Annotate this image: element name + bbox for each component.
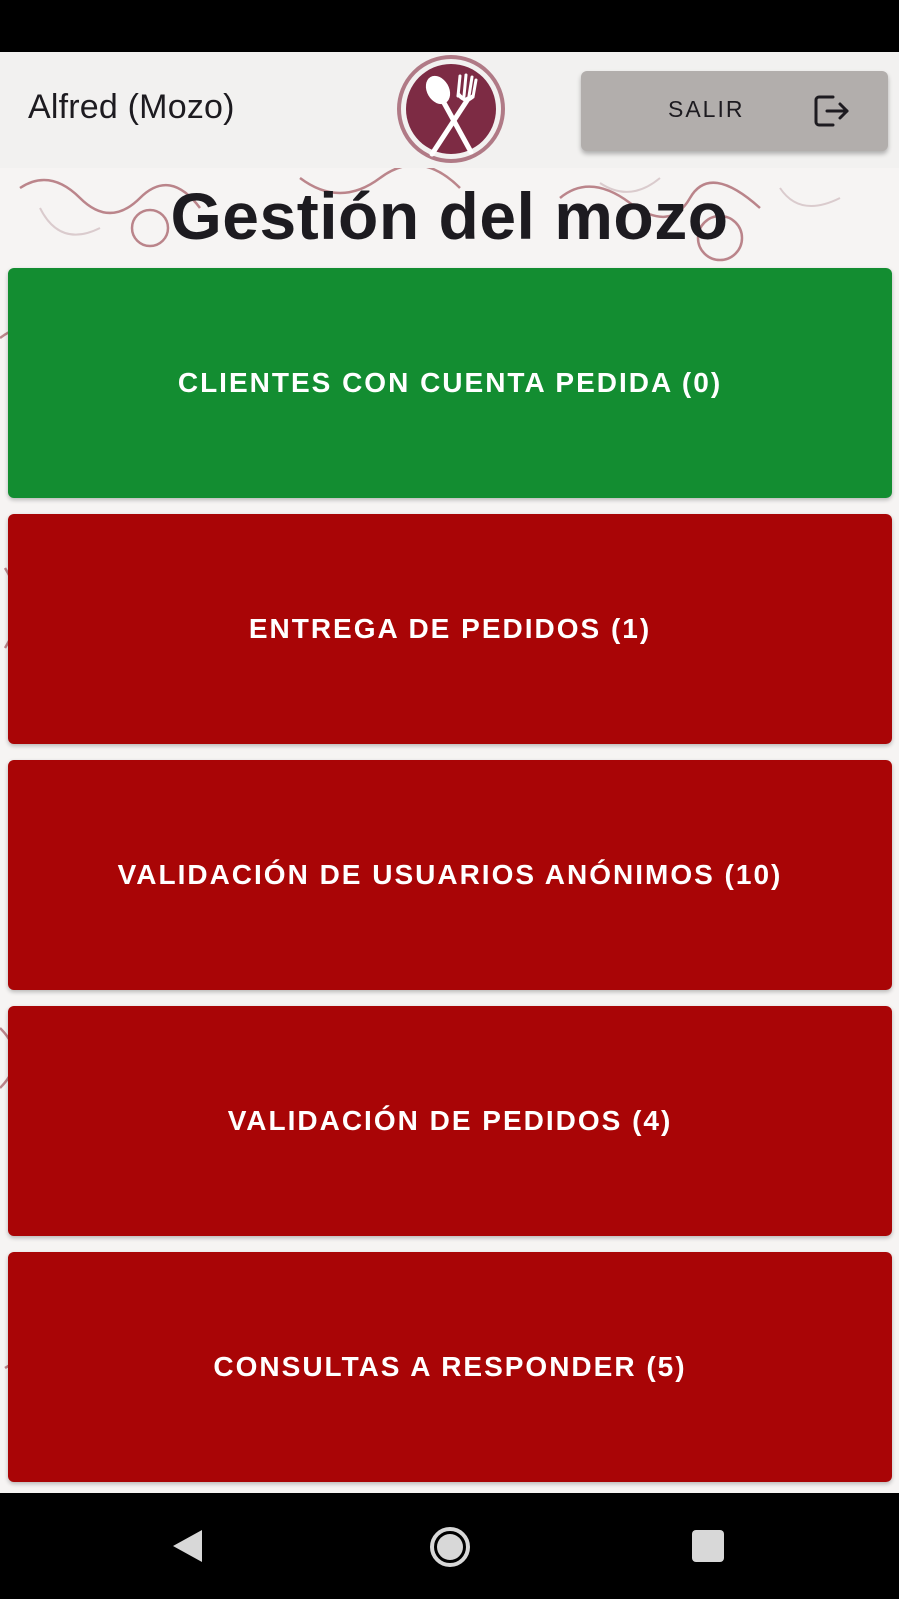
button-label: VALIDACIÓN DE USUARIOS ANÓNIMOS (10) xyxy=(117,859,783,890)
home-circle-icon[interactable] xyxy=(429,1526,471,1568)
consultas-responder-button[interactable]: CONSULTAS A RESPONDER (5) xyxy=(8,1252,892,1482)
button-label: CLIENTES CON CUENTA PEDIDA (0) xyxy=(177,367,723,398)
button-label: CONSULTAS A RESPONDER (5) xyxy=(213,1351,687,1382)
logout-icon xyxy=(814,95,849,127)
button-label: VALIDACIÓN DE PEDIDOS (4) xyxy=(227,1105,673,1136)
validacion-usuarios-anonimos-button[interactable]: VALIDACIÓN DE USUARIOS ANÓNIMOS (10) xyxy=(8,760,892,990)
status-bar xyxy=(0,0,899,52)
top-app-bar: Alfred (Mozo) SALIR xyxy=(0,52,899,168)
page-title: Gestión del mozo xyxy=(170,179,729,253)
recents-square-icon[interactable] xyxy=(691,1529,725,1563)
entrega-pedidos-button[interactable]: ENTREGA DE PEDIDOS (1) xyxy=(8,514,892,744)
logout-label: SALIR xyxy=(668,96,745,122)
back-triangle-icon[interactable] xyxy=(170,1528,206,1564)
validacion-pedidos-button[interactable]: VALIDACIÓN DE PEDIDOS (4) xyxy=(8,1006,892,1236)
button-label: ENTREGA DE PEDIDOS (1) xyxy=(248,613,652,644)
logout-button[interactable]: SALIR xyxy=(581,71,888,151)
system-navigation-bar xyxy=(0,1493,899,1599)
clientes-cuenta-pedida-button[interactable]: CLIENTES CON CUENTA PEDIDA (0) xyxy=(8,268,892,498)
user-label: Alfred (Mozo) xyxy=(28,88,235,126)
spoon-fork-logo-icon xyxy=(397,55,505,163)
app-screen: Alfred (Mozo) SALIR Gestión del mozo CLI… xyxy=(0,52,899,1493)
